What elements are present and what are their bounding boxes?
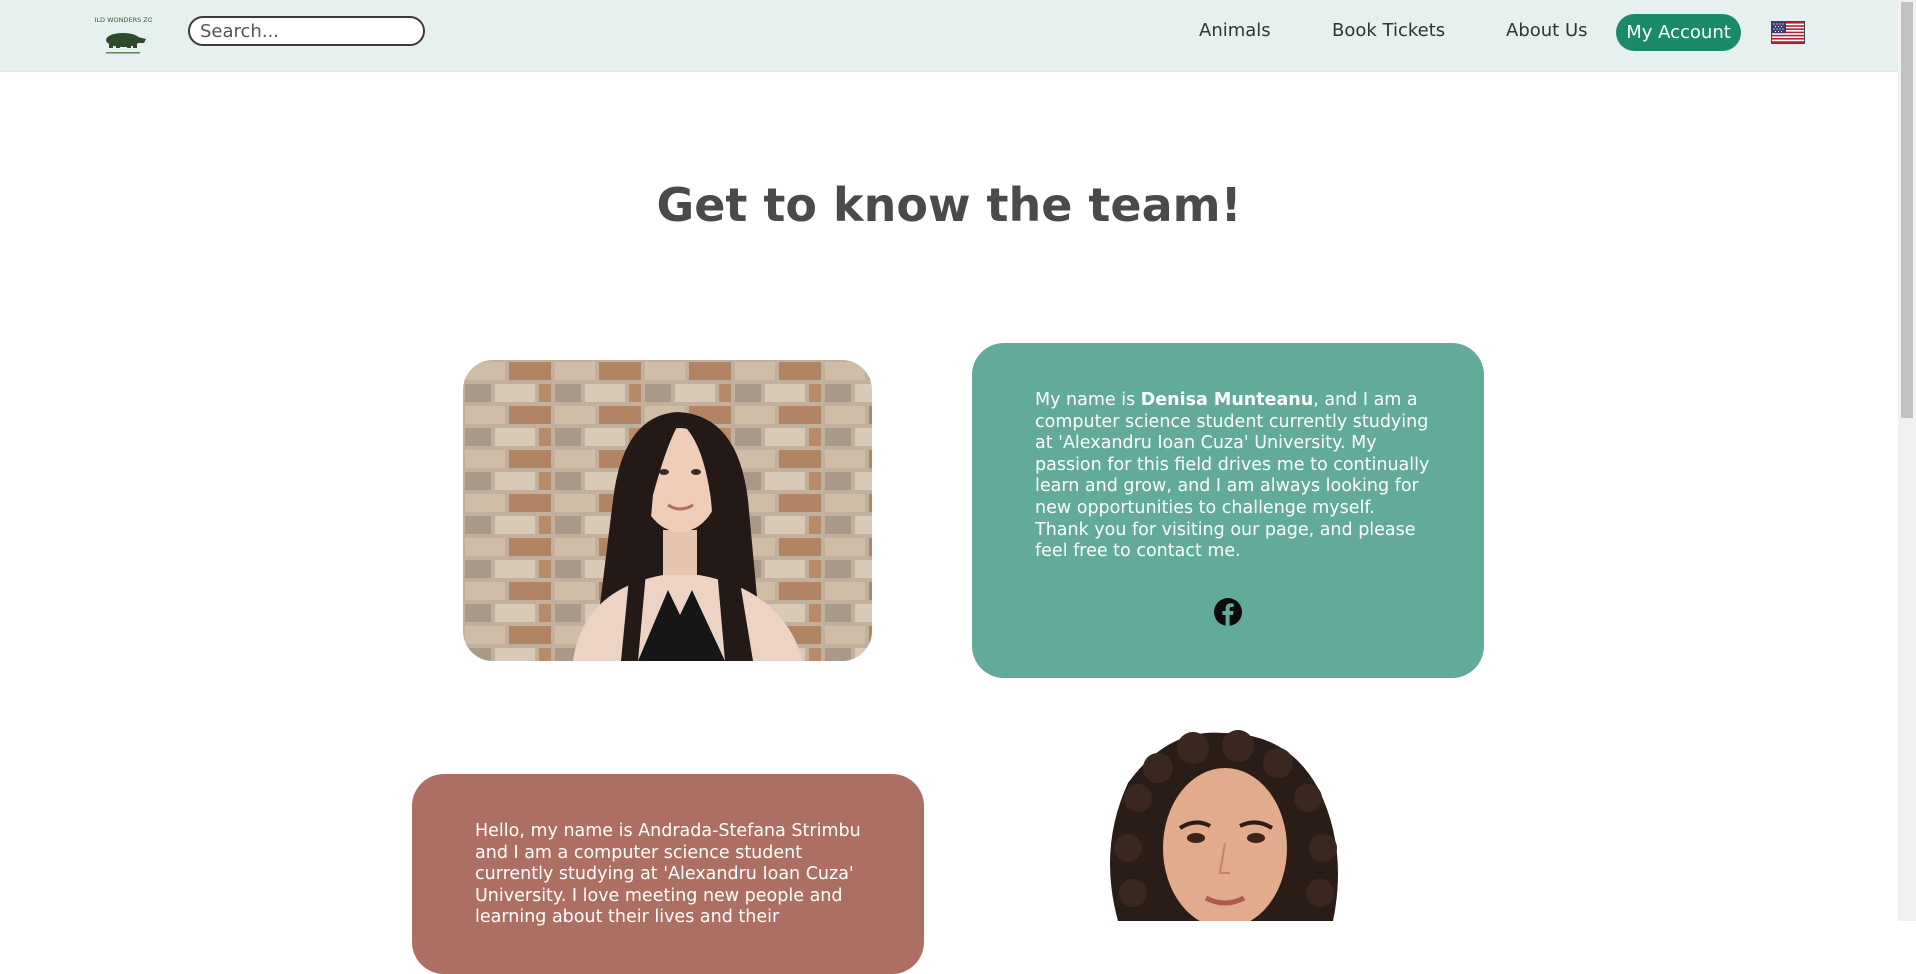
us-flag-icon[interactable] — [1771, 21, 1805, 44]
member-bio-andrada: Hello, my name is Andrada-Stefana Strimb… — [475, 821, 861, 928]
member-name: Denisa Munteanu — [1140, 390, 1314, 410]
page-title: Get to know the team! — [656, 178, 1242, 232]
nav-book-tickets-link[interactable]: Book Tickets — [1332, 20, 1445, 41]
team-member-card-denisa: My name is Denisa Munteanu, and I am a c… — [972, 343, 1484, 678]
team-member-photo-denisa — [463, 360, 872, 661]
search-input[interactable] — [188, 16, 425, 46]
top-navbar: WILD WONDERS ZOO Animals Book Tickets Ab… — [0, 0, 1898, 72]
nav-about-us-link[interactable]: About Us — [1506, 20, 1588, 41]
team-member-photo-andrada — [1088, 728, 1350, 921]
my-account-button[interactable]: My Account — [1616, 14, 1741, 51]
bio-body: , and I am a computer science student cu… — [1035, 390, 1430, 562]
bio-intro: My name is — [1035, 390, 1141, 410]
logo-text: WILD WONDERS ZOO — [94, 16, 152, 24]
team-member-card-andrada: Hello, my name is Andrada-Stefana Strimb… — [412, 774, 924, 974]
page-scrollbar[interactable] — [1898, 0, 1916, 921]
member-bio-denisa: My name is Denisa Munteanu, and I am a c… — [1035, 390, 1430, 563]
nav-animals-link[interactable]: Animals — [1199, 20, 1271, 41]
scrollbar-thumb[interactable] — [1901, 2, 1913, 418]
facebook-icon[interactable] — [1213, 597, 1243, 627]
zoo-logo[interactable]: WILD WONDERS ZOO — [94, 10, 152, 56]
